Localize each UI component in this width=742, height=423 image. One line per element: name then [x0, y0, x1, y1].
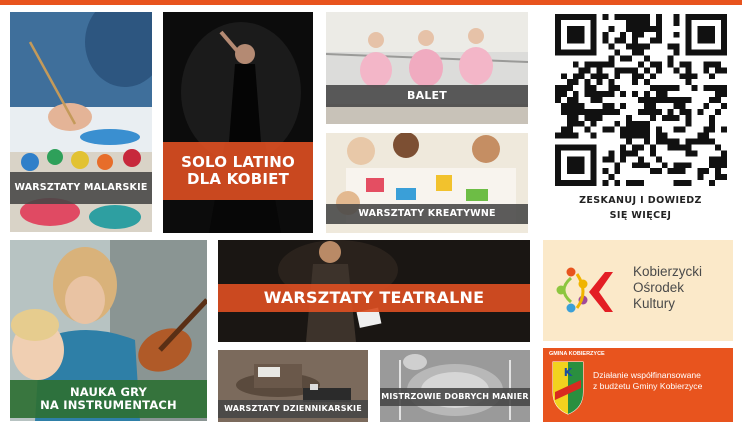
tile-manners-label: MISTRZOWIE DOBRYCH MANIER [380, 388, 530, 406]
tile-painting-label: WARSZTATY MALARSKIE [10, 172, 152, 204]
tile-solo-latino[interactable]: SOLO LATINO DLA KOBIET [163, 12, 313, 233]
ballet-photo [326, 12, 528, 124]
funding-line-2: z budżetu Gminy Kobierzyce [593, 381, 703, 392]
qr-caption-line-1: ZESKANUJ I DOWIEDZ [579, 195, 702, 206]
tile-ballet-label: BALET [326, 85, 528, 107]
cultural-center-logo[interactable]: Kobierzycki Ośrodek Kultury [543, 240, 733, 341]
tile-theatre-label: WARSZTATY TEATRALNE [218, 284, 530, 312]
qr-caption-line-2: SIĘ WIĘCEJ [609, 209, 672, 221]
qr-caption: ZESKANUJ I DOWIEDZ SIĘ WIĘCEJ [553, 194, 728, 223]
tile-journalism-workshops[interactable]: WARSZTATY DZIENNIKARSKIE [218, 350, 368, 422]
latino-line-1: SOLO LATINO [181, 153, 295, 172]
funding-text: Działanie współfinansowane z budżetu Gmi… [593, 370, 702, 392]
tile-instrument-lessons[interactable]: NAUKA GRY NA INSTRUMENTACH [10, 240, 207, 421]
tile-creative-workshops[interactable]: WARSZTATY KREATYWNE [326, 133, 528, 233]
emblem-caption: GMINA KOBIERZYCE [549, 351, 605, 357]
tile-creative-label: WARSZTATY KREATYWNE [326, 204, 528, 224]
people-circle-logo-icon [556, 267, 613, 313]
logo-line-3: Kultury [633, 295, 676, 311]
coat-of-arms-icon: K [552, 361, 584, 415]
logo-text: Kobierzycki Ośrodek Kultury [633, 264, 702, 312]
instruments-line-2: NA INSTRUMENTACH [40, 398, 177, 412]
tile-painting-workshops[interactable]: WARSZTATY MALARSKIE [10, 12, 152, 232]
latino-line-2: DLA KOBIET [186, 170, 290, 188]
tile-journalism-label: WARSZTATY DZIENNIKARSKIE [218, 400, 368, 418]
tile-instruments-label: NAUKA GRY NA INSTRUMENTACH [10, 380, 207, 418]
tile-ballet[interactable]: BALET [326, 12, 528, 124]
manners-photo [380, 350, 530, 422]
tile-latino-label: SOLO LATINO DLA KOBIET [163, 142, 313, 200]
tile-good-manners[interactable]: MISTRZOWIE DOBRYCH MANIER [380, 350, 530, 422]
tile-theatre-workshops[interactable]: WARSZTATY TEATRALNE [218, 240, 530, 342]
qr-code-icon[interactable] [555, 14, 727, 186]
logo-line-1: Kobierzycki [633, 264, 703, 279]
funding-note: GMINA KOBIERZYCE K Działanie współfinans… [543, 348, 733, 422]
logo-line-2: Ośrodek [633, 279, 685, 295]
funding-line-1: Działanie współfinansowane [593, 370, 701, 380]
qr-code-block[interactable]: ZESKANUJ I DOWIEDZ SIĘ WIĘCEJ [553, 12, 728, 230]
svg-text:K: K [564, 366, 573, 379]
top-accent-bar [0, 0, 742, 5]
